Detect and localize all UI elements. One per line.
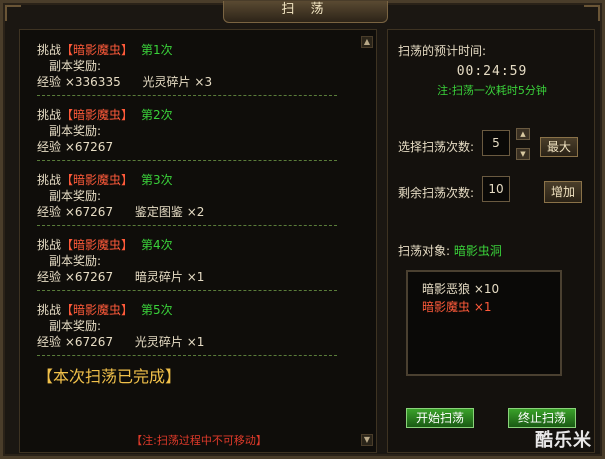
reward-item-qty: ×2: [186, 205, 205, 219]
log-entry: 挑战【暗影魔虫】 第4次 副本奖励: 经验 ×67267 暗灵碎片 ×1: [37, 237, 337, 291]
select-count-input[interactable]: 5: [482, 130, 510, 156]
target-monster-qty: ×1: [473, 300, 492, 314]
frame-corner-ornament: [5, 5, 21, 21]
monster-name: 【暗影魔虫】: [61, 173, 134, 187]
log-entry: 挑战【暗影魔虫】 第1次 副本奖励: 经验 ×336335 光灵碎片 ×3: [37, 42, 337, 96]
log-entry: 挑战【暗影魔虫】 第3次 副本奖励: 经验 ×67267 鉴定图鉴 ×2: [37, 172, 337, 226]
monster-name: 【暗影魔虫】: [61, 108, 134, 122]
log-entry: 挑战【暗影魔虫】 第2次 副本奖励: 经验 ×67267: [37, 107, 337, 161]
monster-name: 【暗影魔虫】: [61, 238, 134, 252]
reward-label: 副本奖励:: [49, 59, 102, 73]
exp-label: 经验: [37, 205, 62, 219]
estimated-time-value: 00:24:59: [456, 64, 528, 79]
target-monster-qty: ×10: [473, 282, 500, 296]
add-count-button[interactable]: 增加: [544, 181, 582, 203]
remaining-count-value: 10: [482, 176, 510, 202]
reward-item-name: 光灵碎片: [134, 335, 183, 349]
monster-name: 【暗影魔虫】: [61, 43, 134, 57]
log-scrollbar[interactable]: ▲ ▼: [361, 36, 373, 446]
max-count-button[interactable]: 最大: [540, 137, 578, 157]
challenge-count: 第2次: [141, 108, 173, 122]
window-title: 扫 荡: [223, 1, 388, 23]
exp-label: 经验: [37, 140, 62, 154]
challenge-prefix: 挑战: [37, 108, 62, 122]
reward-label: 副本奖励:: [49, 254, 102, 268]
log-entry: 挑战【暗影魔虫】 第5次 副本奖励: 经验 ×67267 光灵碎片 ×1: [37, 302, 337, 356]
no-move-warning: 【注:扫荡过程中不可移动】: [131, 434, 267, 447]
challenge-count: 第3次: [141, 173, 173, 187]
frame-corner-ornament: [584, 5, 600, 21]
exp-value: ×67267: [64, 140, 114, 154]
target-monster-item: 暗影魔虫 ×1: [422, 298, 560, 316]
monster-name: 【暗影魔虫】: [61, 303, 134, 317]
exp-label: 经验: [37, 75, 62, 89]
reward-item-name: 暗灵碎片: [134, 270, 183, 284]
start-sweep-button[interactable]: 开始扫荡: [406, 408, 474, 428]
sweep-log: 挑战【暗影魔虫】 第1次 副本奖励: 经验 ×336335 光灵碎片 ×3 挑战【…: [20, 30, 362, 454]
challenge-prefix: 挑战: [37, 43, 62, 57]
remaining-count-label: 剩余扫荡次数:: [398, 186, 475, 200]
estimated-time-label: 扫荡的预计时间:: [398, 44, 487, 58]
challenge-count: 第1次: [141, 43, 173, 57]
decrease-count-arrow-icon[interactable]: ▼: [516, 148, 530, 160]
sweep-control-panel: 扫荡的预计时间: 00:24:59 注:扫荡一次耗时5分钟 选择扫荡次数: 5 …: [387, 29, 595, 453]
sweep-complete-message: 【本次扫荡已完成】: [37, 367, 182, 386]
challenge-prefix: 挑战: [37, 303, 62, 317]
exp-label: 经验: [37, 270, 62, 284]
sweep-log-panel: 挑战【暗影魔虫】 第1次 副本奖励: 经验 ×336335 光灵碎片 ×3 挑战【…: [19, 29, 377, 453]
reward-item-name: 鉴定图鉴: [134, 205, 183, 219]
target-monster-name: 暗影恶狼: [422, 282, 471, 296]
reward-label: 副本奖励:: [49, 319, 102, 333]
reward-item-name: 光灵碎片: [142, 75, 191, 89]
reward-item-qty: ×1: [186, 335, 205, 349]
exp-value: ×67267: [64, 270, 114, 284]
reward-item-qty: ×3: [194, 75, 213, 89]
exp-value: ×336335: [64, 75, 121, 89]
sweep-window: 扫 荡 挑战【暗影魔虫】 第1次 副本奖励: 经验 ×336335 光灵碎片 ×3…: [0, 0, 605, 459]
target-monster-list: 暗影恶狼 ×10 暗影魔虫 ×1: [406, 270, 562, 376]
sweep-target-dungeon: 暗影虫洞: [453, 244, 502, 258]
target-monster-name: 暗影魔虫: [422, 300, 471, 314]
challenge-count: 第4次: [141, 238, 173, 252]
challenge-prefix: 挑战: [37, 173, 62, 187]
increase-count-arrow-icon[interactable]: ▲: [516, 128, 530, 140]
reward-label: 副本奖励:: [49, 124, 102, 138]
challenge-prefix: 挑战: [37, 238, 62, 252]
exp-label: 经验: [37, 335, 62, 349]
exp-value: ×67267: [64, 335, 114, 349]
reward-label: 副本奖励:: [49, 189, 102, 203]
sweep-target-label: 扫荡对象:: [398, 244, 451, 258]
challenge-count: 第5次: [141, 303, 173, 317]
reward-item-qty: ×1: [186, 270, 205, 284]
exp-value: ×67267: [64, 205, 114, 219]
site-watermark: 酷乐米: [535, 430, 592, 451]
scroll-up-arrow-icon[interactable]: ▲: [361, 36, 373, 48]
target-monster-item: 暗影恶狼 ×10: [422, 280, 560, 298]
time-per-sweep-note: 注:扫荡一次耗时5分钟: [437, 84, 547, 97]
select-count-label: 选择扫荡次数:: [398, 140, 475, 154]
stop-sweep-button[interactable]: 终止扫荡: [508, 408, 576, 428]
scroll-track[interactable]: [361, 48, 373, 434]
